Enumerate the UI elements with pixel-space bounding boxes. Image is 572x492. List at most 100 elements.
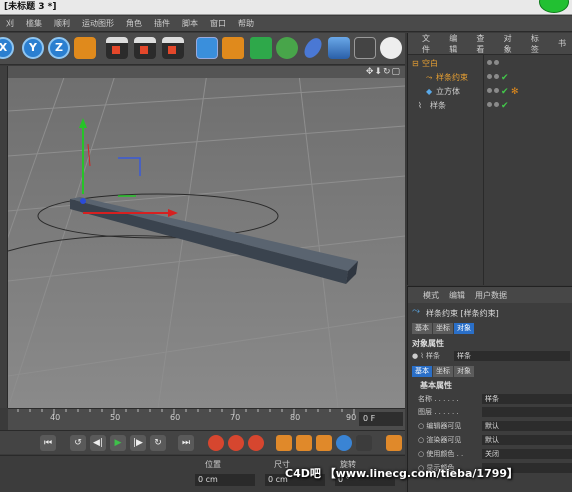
floor-icon[interactable] (328, 37, 350, 59)
play-button[interactable]: ▶ (110, 435, 126, 451)
tab-coord[interactable]: 坐标 (433, 323, 453, 334)
spline-icon[interactable] (222, 37, 244, 59)
menu-bar: 刈 槛集 顺利 运动图形 角色 插件 脚本 窗口 帮助 (0, 16, 572, 32)
window-title: [未标题 3 *] (4, 2, 57, 12)
key-rotation-icon[interactable] (316, 435, 332, 451)
phong-tag-icon[interactable]: ✻ (511, 85, 519, 99)
visibility-dot[interactable] (494, 88, 499, 93)
om-menu-objects[interactable]: 对象 (498, 33, 525, 55)
tab-object[interactable]: 对象 (454, 323, 474, 334)
am-menu-userdata[interactable]: 用户数据 (470, 290, 512, 301)
visibility-dot[interactable] (494, 74, 499, 79)
am-menu-edit[interactable]: 编辑 (444, 290, 470, 301)
visibility-dot[interactable] (487, 74, 492, 79)
field-render-visible: ○ 渲染器可见 默认 (418, 435, 572, 446)
om-menu-edit[interactable]: 编辑 (443, 33, 470, 55)
render-settings-icon[interactable] (162, 37, 184, 59)
menu-item-8[interactable]: 帮助 (232, 18, 260, 29)
field-name: 名称 . . . . . . 样条 (418, 394, 572, 405)
tab-basic[interactable]: 基本 (412, 323, 432, 334)
autokeying-icon[interactable] (228, 435, 244, 451)
timeline-tick-40: 40 (50, 413, 61, 422)
am-menu-mode[interactable]: 模式 (418, 290, 444, 301)
render-view-icon[interactable] (106, 37, 128, 59)
section-basic-properties: 基本属性 (420, 381, 452, 390)
om-menu-bookmarks[interactable]: 书 (552, 38, 572, 49)
om-menu-file[interactable]: 文件 (416, 33, 443, 55)
object-row-spline[interactable]: ⌇ 样条 ✔ (408, 99, 572, 113)
menu-item-4[interactable]: 角色 (120, 18, 148, 29)
x-axis-lock-button[interactable]: X (0, 37, 14, 59)
key-pla-icon[interactable] (356, 435, 372, 451)
tab-object-sub[interactable]: 对象 (454, 366, 474, 377)
visibility-dot[interactable] (487, 60, 492, 65)
z-axis-lock-button[interactable]: Z (48, 37, 70, 59)
field-editor-visible: ○ 编辑器可见 默认 (418, 421, 572, 432)
key-scale-icon[interactable] (296, 435, 312, 451)
menu-item-2[interactable]: 顺利 (48, 18, 76, 29)
coordinate-system-icon[interactable] (74, 37, 96, 59)
field-label: 编辑器可见 (426, 422, 462, 430)
om-menu-tags[interactable]: 标签 (525, 33, 552, 55)
tab-coord-sub[interactable]: 坐标 (433, 366, 453, 377)
record-keys-icon[interactable] (208, 435, 224, 451)
spline-link-field[interactable]: 样条 (454, 351, 570, 361)
tab-basic-sub[interactable]: 基本 (412, 366, 432, 377)
menu-item-0[interactable]: 刈 (0, 18, 20, 29)
scheme-menu-icon[interactable] (386, 435, 402, 451)
enabled-check-icon[interactable]: ✔ (501, 85, 509, 99)
next-key-button[interactable]: ↻ (150, 435, 166, 451)
key-position-icon[interactable] (276, 435, 292, 451)
object-row-cube[interactable]: ◆ 立方体 ✔ ✻ (408, 85, 572, 99)
deformer-icon[interactable] (300, 34, 326, 62)
generator-icon[interactable] (250, 37, 272, 59)
previous-key-button[interactable]: ↺ (70, 435, 86, 451)
visibility-dot[interactable] (494, 102, 499, 107)
menu-item-3[interactable]: 运动图形 (76, 18, 120, 29)
enabled-check-icon[interactable]: ✔ (501, 99, 509, 113)
menu-item-1[interactable]: 槛集 (20, 18, 48, 29)
cube-icon: ◆ (426, 87, 433, 96)
object-row-null[interactable]: ⊟ 空白 (408, 57, 572, 71)
object-name: 样条约束 (436, 73, 468, 82)
go-to-end-button[interactable]: ⏭ (178, 435, 194, 451)
position-x-field[interactable]: 0 cm (195, 474, 255, 486)
go-to-start-button[interactable]: ⏮ (40, 435, 56, 451)
field-value[interactable]: 默认 (482, 435, 572, 445)
current-frame-field[interactable]: 0 F (359, 412, 403, 426)
menu-item-6[interactable]: 脚本 (176, 18, 204, 29)
timeline-ticks (17, 409, 355, 415)
viewport-header: ✥⬇↻▢ (8, 66, 405, 78)
object-row-spline-wrap[interactable]: ⤳ 样条约束 ✔ (408, 71, 572, 85)
expand-icon[interactable]: ⊟ (412, 57, 419, 71)
field-value[interactable]: 关闭 (482, 449, 572, 459)
timeline-tick-80: 80 (290, 413, 301, 422)
field-value[interactable]: 样条 (482, 394, 572, 404)
attribute-manager: 模式 编辑 用户数据 ⤳ 样条约束 [样条约束] 基本 坐标 对象 对象属性 ●… (407, 286, 572, 492)
keyframe-selection-icon[interactable] (248, 435, 264, 451)
render-picture-queue-icon[interactable] (134, 37, 156, 59)
field-value[interactable] (482, 407, 572, 417)
perspective-viewport[interactable]: ✥⬇↻▢ (8, 66, 405, 408)
field-value[interactable]: 默认 (482, 421, 572, 431)
key-parameter-icon[interactable] (336, 435, 352, 451)
timeline-ruler[interactable]: 40 50 60 70 80 90 0 F (8, 408, 405, 430)
y-axis-lock-button[interactable]: Y (22, 37, 44, 59)
viewport-nav-icons[interactable]: ✥⬇↻▢ (366, 66, 401, 78)
menu-item-5[interactable]: 插件 (148, 18, 176, 29)
attribute-tabs-top: 基本 坐标 对象 (412, 323, 474, 334)
camera-icon[interactable] (354, 37, 376, 59)
mograph-cloner-icon[interactable] (276, 37, 298, 59)
light-bulb-icon[interactable] (380, 37, 402, 59)
next-frame-button[interactable]: |▶ (130, 435, 146, 451)
previous-frame-button[interactable]: ◀| (90, 435, 106, 451)
timeline-tick-60: 60 (170, 413, 181, 422)
om-menu-view[interactable]: 查看 (470, 33, 497, 55)
visibility-dot[interactable] (487, 102, 492, 107)
cube-icon[interactable] (196, 37, 218, 59)
field-label: 名称 . . . . . . (418, 395, 459, 403)
visibility-dot[interactable] (487, 88, 492, 93)
visibility-dot[interactable] (494, 60, 499, 65)
enabled-check-icon[interactable]: ✔ (501, 71, 509, 85)
menu-item-7[interactable]: 窗口 (204, 18, 232, 29)
